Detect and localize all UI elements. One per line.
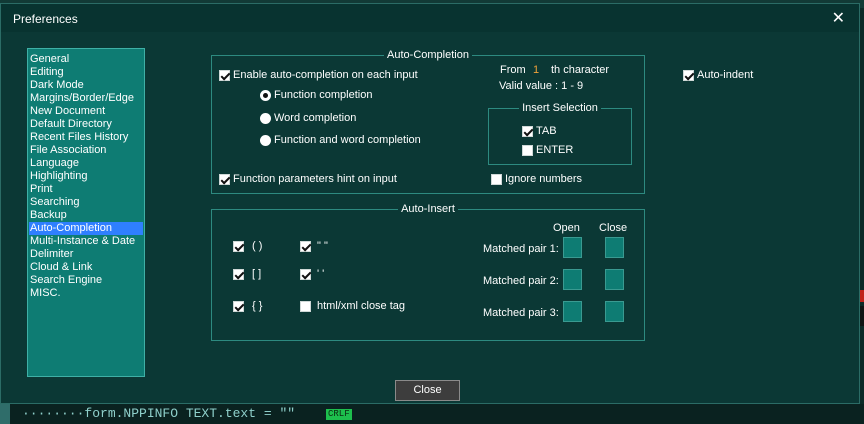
ignore-numbers-label: Ignore numbers — [505, 173, 583, 185]
insert-selection-group: Insert Selection — [488, 102, 632, 165]
close-column-header: Close — [599, 222, 628, 234]
sidebar-item[interactable]: New Document — [29, 105, 143, 118]
function-completion-radio[interactable] — [260, 90, 271, 101]
function-and-word-radio[interactable] — [260, 135, 271, 146]
enable-autocompletion-checkbox[interactable] — [219, 70, 230, 81]
preferences-dialog: Preferences ✕ General Editing Dark Mode Mar… — [0, 3, 860, 404]
sidebar-item[interactable]: Searching — [29, 196, 143, 209]
enter-label: ENTER — [536, 144, 574, 156]
sidebar-item[interactable]: File Association — [29, 144, 143, 157]
th-character-label: th character — [551, 64, 610, 76]
function-completion-label: Function completion — [274, 89, 373, 101]
sidebar-item[interactable]: Auto-Completion — [29, 222, 143, 235]
sidebar-item[interactable]: Multi-Instance & Date — [29, 235, 143, 248]
braces-label: { } — [252, 300, 263, 312]
sidebar-item[interactable]: General — [29, 53, 143, 66]
html-close-tag-label: html/xml close tag — [317, 300, 406, 312]
sidebar-item[interactable]: Highlighting — [29, 170, 143, 183]
sidebar-item[interactable]: Cloud & Link — [29, 261, 143, 274]
word-completion-radio[interactable] — [260, 113, 271, 124]
param-hint-label: Function parameters hint on input — [233, 173, 397, 185]
eol-marker: CRLF — [326, 409, 352, 420]
sidebar-item[interactable]: Default Directory — [29, 118, 143, 131]
braces-checkbox[interactable] — [233, 301, 244, 312]
open-column-header: Open — [553, 222, 580, 234]
word-completion-label: Word completion — [274, 112, 357, 124]
sidebar-item[interactable]: Margins/Border/Edge — [29, 92, 143, 105]
dialog-titlebar: Preferences ✕ — [1, 4, 859, 32]
brackets-label: [ ] — [252, 268, 262, 280]
sidebar-item[interactable]: Language — [29, 157, 143, 170]
editor-code-line: ········form.NPPINFO TEXT.text = "" — [22, 406, 296, 421]
double-quote-checkbox[interactable] — [300, 241, 311, 252]
matched-pair-2-open-input[interactable] — [563, 269, 582, 290]
editor-background-line: ········form.NPPINFO TEXT.text = "" CRLF — [0, 404, 864, 424]
brackets-checkbox[interactable] — [233, 269, 244, 280]
matched-pair-1-open-input[interactable] — [563, 237, 582, 258]
sidebar-item[interactable]: Search Engine — [29, 274, 143, 287]
preferences-sidebar: General Editing Dark Mode Margins/Border/Ed… — [27, 48, 145, 377]
sidebar-item[interactable]: Dark Mode — [29, 79, 143, 92]
editor-gutter — [0, 404, 10, 424]
enable-autocompletion-label: Enable auto-completion on each input — [233, 69, 418, 81]
enter-checkbox[interactable] — [522, 145, 533, 156]
tab-label: TAB — [536, 125, 557, 137]
close-icon[interactable]: ✕ — [832, 8, 845, 28]
from-label: From — [500, 64, 526, 76]
auto-indent-label: Auto-indent — [697, 69, 754, 81]
sidebar-item[interactable]: Editing — [29, 66, 143, 79]
insert-selection-title: Insert Selection — [519, 102, 601, 114]
sidebar-item[interactable]: Delimiter — [29, 248, 143, 261]
auto-completion-title: Auto-Completion — [384, 49, 472, 61]
auto-insert-title: Auto-Insert — [398, 203, 458, 215]
matched-pair-2-close-input[interactable] — [605, 269, 624, 290]
auto-indent-checkbox[interactable] — [683, 70, 694, 81]
matched-pair-2-label: Matched pair 2: — [483, 275, 559, 287]
sidebar-item[interactable]: Recent Files History — [29, 131, 143, 144]
single-quote-checkbox[interactable] — [300, 269, 311, 280]
sidebar-list: General Editing Dark Mode Margins/Border/Ed… — [29, 53, 143, 300]
dialog-title: Preferences — [13, 12, 78, 26]
sidebar-item[interactable]: Backup — [29, 209, 143, 222]
parens-checkbox[interactable] — [233, 241, 244, 252]
matched-pair-3-close-input[interactable] — [605, 301, 624, 322]
matched-pair-3-open-input[interactable] — [563, 301, 582, 322]
single-quote-label: ' ' — [317, 268, 325, 280]
from-char-value[interactable]: 1 — [533, 64, 539, 76]
matched-pair-1-close-input[interactable] — [605, 237, 624, 258]
matched-pair-3-label: Matched pair 3: — [483, 307, 559, 319]
double-quote-label: " " — [317, 240, 328, 252]
sidebar-item[interactable]: MISC. — [29, 287, 143, 300]
function-and-word-label: Function and word completion — [274, 134, 421, 146]
parens-label: ( ) — [252, 240, 263, 252]
sidebar-item[interactable]: Print — [29, 183, 143, 196]
tab-checkbox[interactable] — [522, 126, 533, 137]
matched-pair-1-label: Matched pair 1: — [483, 243, 559, 255]
html-close-tag-checkbox[interactable] — [300, 301, 311, 312]
valid-value-label: Valid value : 1 - 9 — [499, 80, 584, 92]
param-hint-checkbox[interactable] — [219, 174, 230, 185]
close-button[interactable]: Close — [395, 380, 460, 401]
ignore-numbers-checkbox[interactable] — [491, 174, 502, 185]
